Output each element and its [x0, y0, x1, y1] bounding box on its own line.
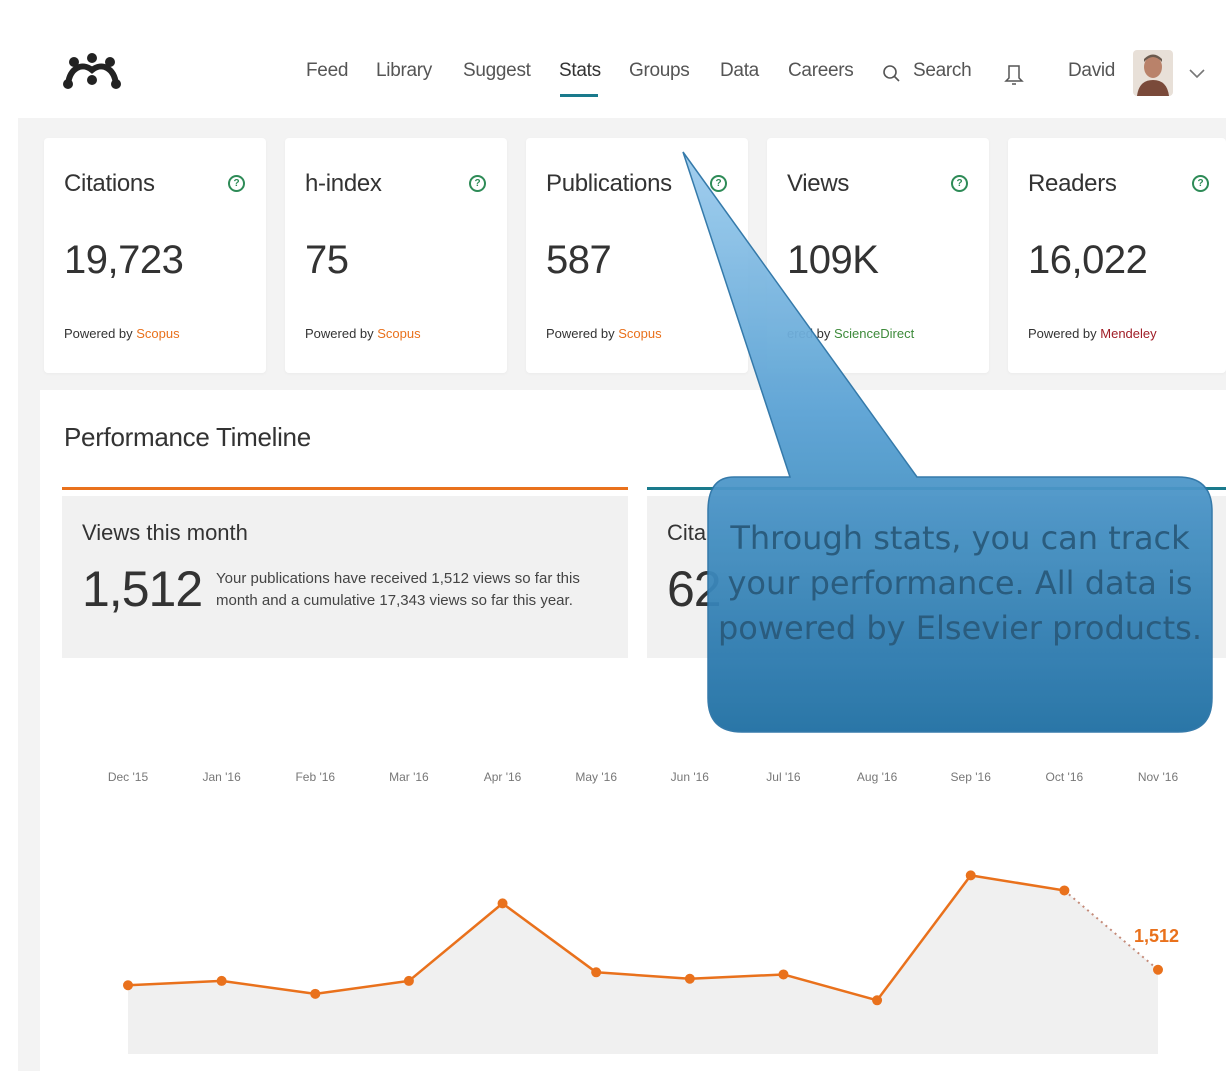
metric-value: 16,022	[1028, 238, 1148, 282]
metric-title: Citations	[64, 170, 155, 197]
source-link-scopus[interactable]: Scopus	[618, 326, 661, 341]
help-icon[interactable]: ?	[710, 175, 727, 192]
metric-card-views[interactable]: Views ? 109K ered by ScienceDirect	[767, 138, 989, 373]
data-point[interactable]	[310, 988, 321, 999]
metric-powered-by: Powered by Mendeley	[1028, 326, 1157, 341]
search-icon[interactable]	[882, 64, 902, 84]
nav-feed[interactable]: Feed	[306, 60, 348, 82]
metric-card-publications[interactable]: Publications ? 587 Powered by Scopus	[526, 138, 748, 373]
metric-value: 109K	[787, 238, 879, 282]
nav-data[interactable]: Data	[720, 60, 759, 82]
metric-title: Publications	[546, 170, 672, 197]
metric-card-h-index[interactable]: h-index ? 75 Powered by Scopus	[285, 138, 507, 373]
help-icon[interactable]: ?	[1192, 175, 1209, 192]
data-point[interactable]	[497, 898, 508, 909]
nav-groups[interactable]: Groups	[629, 60, 690, 82]
help-icon[interactable]: ?	[469, 175, 486, 192]
data-point[interactable]	[1153, 964, 1163, 975]
performance-timeline-panel: Performance Timeline Views this month 1,…	[40, 390, 1226, 1071]
metric-title: Views	[787, 170, 850, 197]
source-link-scopus[interactable]: Scopus	[136, 326, 179, 341]
metric-title: h-index	[305, 170, 382, 197]
metric-card-citations[interactable]: Citations ? 19,723 Powered by Scopus	[44, 138, 266, 373]
top-header: Feed Library Suggest Stats Groups Data C…	[0, 0, 1226, 118]
area-fill	[128, 875, 1158, 1054]
callout-text: Through stats, you can track your perfor…	[717, 519, 1203, 647]
nav-careers[interactable]: Careers	[788, 60, 854, 82]
metric-value: 587	[546, 238, 612, 282]
metric-powered-by: Powered by Scopus	[64, 326, 180, 341]
user-name[interactable]: David	[1068, 60, 1115, 82]
help-icon[interactable]: ?	[228, 175, 245, 192]
source-link-sciencedirect[interactable]: ScienceDirect	[834, 326, 914, 341]
views-line-chart	[123, 870, 1163, 1054]
data-point[interactable]	[403, 975, 414, 986]
help-icon[interactable]: ?	[951, 175, 968, 192]
mendeley-logo[interactable]	[60, 50, 124, 90]
data-point[interactable]	[778, 969, 789, 980]
nav-library[interactable]: Library	[376, 60, 432, 82]
data-point[interactable]	[216, 975, 227, 986]
active-nav-underline	[560, 94, 598, 97]
data-point[interactable]	[965, 870, 976, 881]
metric-title: Readers	[1028, 170, 1117, 197]
metric-powered-by: ered by ScienceDirect	[787, 326, 915, 341]
chevron-down-icon[interactable]	[1188, 68, 1206, 80]
data-point[interactable]	[123, 980, 133, 991]
data-point[interactable]	[591, 967, 602, 978]
bell-icon[interactable]	[1004, 62, 1024, 86]
end-value-label: 1,512	[1134, 925, 1180, 946]
source-link-mendeley[interactable]: Mendeley	[1100, 326, 1156, 341]
nav-stats[interactable]: Stats	[559, 60, 601, 82]
metric-card-readers[interactable]: Readers ? 16,022 Powered by Mendeley	[1008, 138, 1226, 373]
metric-powered-by: Powered by Scopus	[546, 326, 662, 341]
metric-value: 19,723	[64, 238, 184, 282]
search-label[interactable]: Search	[913, 60, 972, 82]
data-point[interactable]	[872, 995, 883, 1006]
nav-suggest[interactable]: Suggest	[463, 60, 531, 82]
data-point[interactable]	[684, 973, 695, 984]
metric-value: 75	[305, 238, 349, 282]
source-link-scopus[interactable]: Scopus	[377, 326, 420, 341]
metric-powered-by: Powered by Scopus	[305, 326, 421, 341]
avatar[interactable]	[1133, 50, 1173, 96]
data-point[interactable]	[1059, 885, 1070, 896]
